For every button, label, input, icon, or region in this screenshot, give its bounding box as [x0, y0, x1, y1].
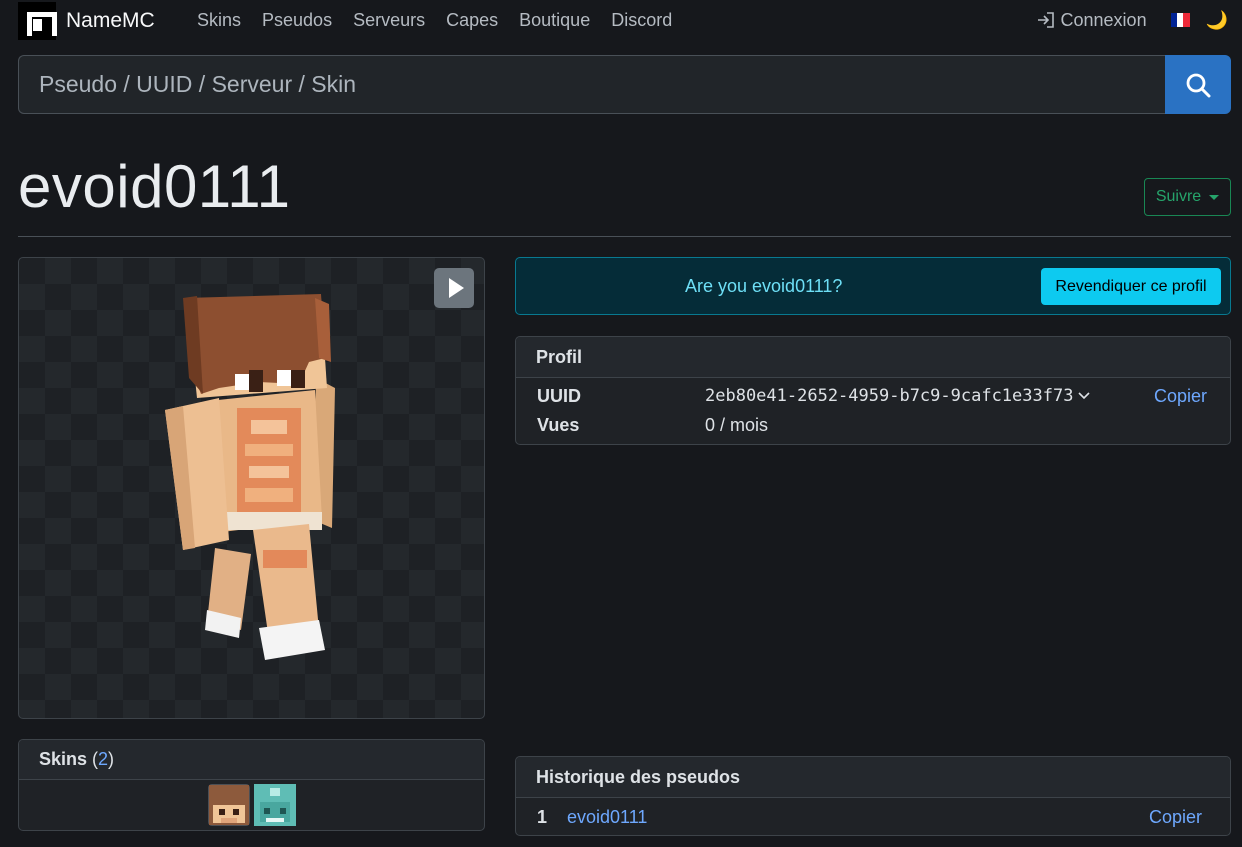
skin-face-brown-hair-icon — [208, 785, 249, 825]
skins-card: Skins (2) — [18, 739, 485, 831]
login-label: Connexion — [1060, 9, 1147, 30]
skins-count-wrapper: (2) — [87, 749, 115, 769]
views-row: Vues 0 / mois — [516, 415, 1230, 439]
uuid-row: UUID 2eb80e41-2652-4959-b7c9-9cafc1e33f7… — [516, 386, 1230, 410]
namemc-logo-icon — [18, 2, 57, 40]
uuid-value: 2eb80e41-2652-4959-b7c9-9cafc1e33f73 — [705, 386, 1074, 406]
dark-mode-moon-icon[interactable]: 🌙 — [1206, 10, 1228, 31]
login-link[interactable]: Connexion — [1036, 10, 1147, 31]
login-icon — [1037, 12, 1054, 28]
profile-card: Profil UUID 2eb80e41-2652-4959-b7c9-9caf… — [515, 336, 1231, 445]
header-divider — [18, 236, 1231, 237]
search-button[interactable] — [1165, 55, 1231, 114]
minecraft-skin-render — [165, 294, 335, 660]
nav-link-capes[interactable]: Capes — [446, 10, 498, 31]
skins-card-header: Skins (2) — [19, 740, 484, 780]
follow-dropdown-button[interactable]: Suivre — [1144, 178, 1231, 216]
follow-label: Suivre — [1155, 188, 1202, 205]
skin-thumbnail[interactable] — [207, 784, 250, 826]
brand-link[interactable]: NameMC — [18, 2, 155, 40]
search-icon — [1186, 73, 1211, 97]
claim-profile-button[interactable]: Revendiquer ce profil — [1041, 268, 1221, 305]
views-value: 0 / mois — [705, 415, 769, 435]
search-input[interactable] — [18, 55, 1165, 114]
skin-thumbnails — [19, 780, 484, 826]
profile-title: Profil — [536, 346, 583, 367]
play-animation-button[interactable] — [434, 268, 474, 308]
views-label: Vues — [537, 415, 580, 435]
page-title: evoid0111 — [18, 153, 291, 220]
nav-links: Skins Pseudos Serveurs Capes Boutique Di… — [197, 0, 693, 40]
nav-link-discord[interactable]: Discord — [611, 10, 672, 31]
skins-title: Skins — [39, 749, 88, 769]
profile-card-header: Profil — [516, 337, 1230, 378]
uuid-label: UUID — [537, 386, 581, 406]
brand-name: NameMC — [66, 9, 155, 32]
skins-count[interactable]: 2 — [98, 749, 108, 769]
chevron-down-icon — [1078, 392, 1091, 400]
language-flag-icon[interactable] — [1170, 13, 1190, 27]
nav-link-pseudos[interactable]: Pseudos — [262, 10, 332, 31]
nav-link-boutique[interactable]: Boutique — [519, 10, 590, 31]
skin-thumbnail[interactable] — [253, 784, 296, 826]
name-history-card: Historique des pseudos 1 evoid0111 Copie… — [515, 756, 1231, 836]
caret-down-icon — [1209, 194, 1220, 200]
history-title: Historique des pseudos — [536, 766, 741, 787]
skin-face-cyan-icon — [253, 784, 296, 826]
search-bar — [18, 55, 1231, 114]
history-entry-name[interactable]: evoid0111 — [567, 807, 647, 828]
skin-3d-viewer[interactable] — [18, 257, 485, 719]
nav-right: Connexion 🌙 — [1036, 0, 1228, 40]
copy-name-link[interactable]: Copier — [1149, 807, 1202, 828]
history-entry-number: 1 — [537, 807, 548, 827]
history-card-header: Historique des pseudos — [516, 757, 1230, 798]
uuid-dropdown[interactable]: 2eb80e41-2652-4959-b7c9-9cafc1e33f73 — [705, 386, 1091, 406]
nav-link-skins[interactable]: Skins — [197, 10, 241, 31]
navbar: NameMC Skins Pseudos Serveurs Capes Bout… — [0, 0, 1242, 40]
nav-link-serveurs[interactable]: Serveurs — [353, 10, 425, 31]
copy-uuid-link[interactable]: Copier — [1154, 386, 1207, 407]
claim-profile-banner: Are you evoid0111? Revendiquer ce profil — [515, 257, 1231, 315]
claim-question: Are you evoid0111? — [685, 276, 843, 296]
